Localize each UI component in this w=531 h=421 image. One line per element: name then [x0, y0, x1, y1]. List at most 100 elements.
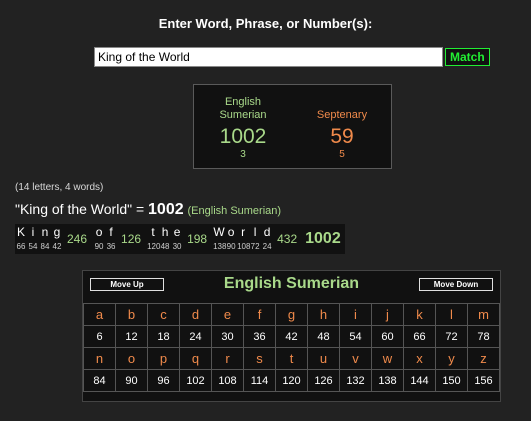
- breakdown-letter: r 108: [237, 224, 250, 254]
- cipher-value-row: 6 12 18 24 30 36 42 48 54 60 66 72 78: [83, 325, 500, 348]
- cipher-letter-cell: b: [115, 303, 148, 326]
- cipher-value-cell: 12: [115, 325, 148, 348]
- cipher-letter-cell: u: [307, 347, 340, 370]
- septenary-reduction: 5: [339, 149, 345, 160]
- breakdown-letter-value: 66: [16, 242, 26, 251]
- cipher-value-cell: 102: [179, 369, 212, 392]
- breakdown-letter: l 72: [249, 224, 261, 254]
- cipher-value-cell: 120: [275, 369, 308, 392]
- breakdown-letter-char: g: [53, 225, 61, 239]
- phrase-summary: "King of the World" = 1002 (English Sume…: [15, 201, 281, 219]
- breakdown-word: o 90 f 36: [93, 224, 117, 254]
- cipher-letter-cell: i: [339, 303, 372, 326]
- gematria-page: Enter Word, Phrase, or Number(s): Match …: [0, 0, 531, 421]
- cipher-value-cell: 24: [179, 325, 212, 348]
- english-sumerian-label: English Sumerian: [194, 85, 292, 122]
- cipher-grid: a b c d e f g h i j k l m 6 12 18 24 30 36 42 48 54 60 66 72 78 n o…: [83, 303, 500, 392]
- breakdown-letter: i 54: [27, 224, 39, 254]
- cipher-letter-row: nopqrstuvwxyz: [83, 347, 500, 370]
- septenary-result[interactable]: Septenary 59 5: [293, 85, 391, 161]
- breakdown-letter-char: i: [31, 225, 35, 239]
- cipher-letter-cell: f: [243, 303, 276, 326]
- cipher-letter-cell: j: [371, 303, 404, 326]
- cipher-value-cell: 96: [147, 369, 180, 392]
- breakdown-letter-value: 72: [250, 242, 260, 251]
- cipher-letter-cell: g: [275, 303, 308, 326]
- breakdown-word: W 138 o 90 r 108 l 72 d 24: [213, 224, 273, 254]
- breakdown-letter-char: l: [253, 225, 257, 239]
- breakdown-letter-char: f: [109, 225, 113, 239]
- breakdown-letter: t 120: [147, 224, 160, 254]
- match-button[interactable]: Match: [445, 48, 490, 66]
- cipher-letter-cell: k: [403, 303, 436, 326]
- breakdown-letter-value: 54: [28, 242, 38, 251]
- cipher-letter-cell: h: [307, 303, 340, 326]
- cipher-value-cell: 54: [339, 325, 372, 348]
- breakdown-word-total: 198: [187, 232, 208, 246]
- breakdown-grand-total: 1002: [305, 230, 341, 247]
- cipher-letter-cell: q: [179, 347, 212, 370]
- breakdown-letter: g 42: [51, 224, 63, 254]
- breakdown-letter: d 24: [261, 224, 273, 254]
- phrase-total: 1002: [148, 201, 184, 218]
- english-sumerian-reduction: 3: [240, 149, 246, 160]
- breakdown-letter: n 84: [39, 224, 51, 254]
- septenary-value: 59: [330, 125, 354, 148]
- cipher-value-cell: 156: [467, 369, 500, 392]
- breakdown-letter-value: 36: [106, 242, 116, 251]
- cipher-value-cell: 132: [339, 369, 372, 392]
- cipher-value-cell: 108: [211, 369, 244, 392]
- cipher-value-cell: 60: [371, 325, 404, 348]
- english-sumerian-result[interactable]: English Sumerian 1002 3: [194, 85, 292, 161]
- cipher-value-cell: 78: [467, 325, 500, 348]
- cipher-value-cell: 114: [243, 369, 276, 392]
- breakdown-letter-char: t: [151, 225, 155, 239]
- breakdown-letter-char: n: [41, 225, 49, 239]
- breakdown-letter-char: h: [161, 225, 169, 239]
- english-sumerian-value: 1002: [219, 125, 267, 148]
- phrase-input[interactable]: [94, 47, 443, 67]
- move-down-button[interactable]: Move Down: [419, 278, 493, 291]
- breakdown-word: t 120 h 48 e 30: [147, 224, 183, 254]
- cipher-letter-cell: v: [339, 347, 372, 370]
- cipher-letter-cell: w: [371, 347, 404, 370]
- breakdown-letter-value: 84: [40, 242, 50, 251]
- breakdown-letter-char: e: [173, 225, 181, 239]
- cipher-value-cell: 90: [115, 369, 148, 392]
- cipher-value-cell: 72: [435, 325, 468, 348]
- cipher-results-box: English Sumerian 1002 3 Septenary 59 5: [193, 84, 392, 169]
- cipher-letter-cell: x: [403, 347, 436, 370]
- cipher-value-cell: 66: [403, 325, 436, 348]
- breakdown-letter-value: 90: [226, 242, 236, 251]
- cipher-letter-cell: n: [83, 347, 116, 370]
- phrase-cipher-name: (English Sumerian): [187, 205, 282, 217]
- cipher-letter-row: abcdefghijklm: [83, 303, 500, 326]
- breakdown-letter-char: o: [227, 225, 235, 239]
- breakdown-word-total: 246: [67, 232, 88, 246]
- cipher-letter-cell: y: [435, 347, 468, 370]
- septenary-label: Septenary: [316, 109, 368, 121]
- breakdown-letter-char: o: [95, 225, 103, 239]
- breakdown-letter-value: 42: [52, 242, 62, 251]
- cipher-letter-cell: p: [147, 347, 180, 370]
- cipher-value-cell: 36: [243, 325, 276, 348]
- breakdown-letter-char: W: [213, 225, 225, 239]
- breakdown-letter-char: d: [263, 225, 271, 239]
- cipher-value-cell: 84: [83, 369, 116, 392]
- cipher-chart: Move Up English Sumerian Move Down abcde…: [82, 270, 501, 402]
- cipher-letter-cell: m: [467, 303, 500, 326]
- cipher-letter-cell: r: [211, 347, 244, 370]
- cipher-letter-cell: o: [115, 347, 148, 370]
- breakdown-letter: o 90: [93, 224, 105, 254]
- cipher-value-cell: 144: [403, 369, 436, 392]
- cipher-letter-cell: s: [243, 347, 276, 370]
- breakdown-letter: f 36: [105, 224, 117, 254]
- cipher-letter-cell: t: [275, 347, 308, 370]
- cipher-letter-cell: d: [179, 303, 212, 326]
- breakdown-word-total: 126: [121, 232, 142, 246]
- cipher-value-cell: 18: [147, 325, 180, 348]
- breakdown-letter: K 66: [15, 224, 27, 254]
- breakdown-letter-value: 30: [172, 242, 182, 251]
- cipher-letter-cell: z: [467, 347, 500, 370]
- breakdown-letter-value: 24: [262, 242, 272, 251]
